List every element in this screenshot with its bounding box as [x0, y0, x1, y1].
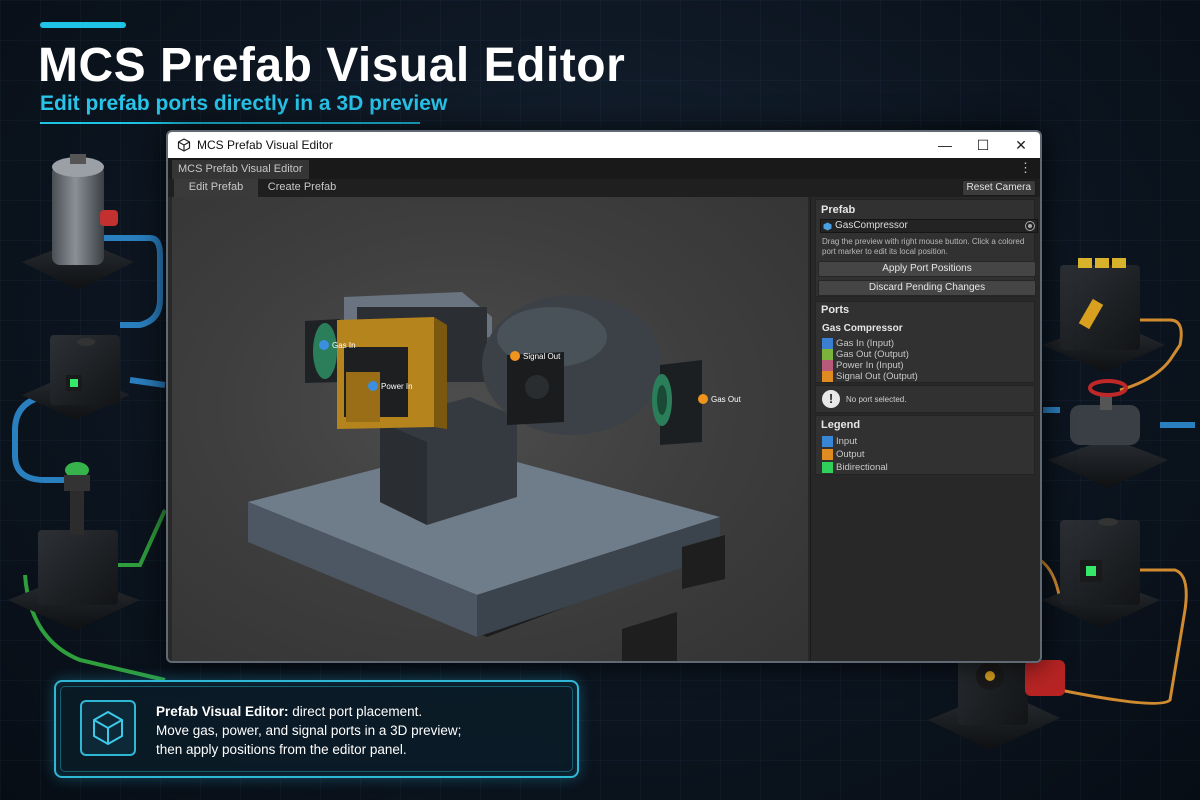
- selection-info-box: ! No port selected.: [815, 385, 1035, 413]
- legend-section-title: Legend: [821, 419, 861, 431]
- callout-line-3: then apply positions from the editor pan…: [156, 742, 407, 757]
- tab-create-prefab[interactable]: Create Prefab: [260, 179, 344, 197]
- callout-heading: Prefab Visual Editor:: [156, 704, 289, 719]
- cube-icon: [93, 710, 123, 746]
- port-label-gas-in: Gas In: [332, 341, 356, 350]
- port-marker-gas-out: [698, 394, 708, 404]
- window-tabstrip: MCS Prefab Visual Editor ⋮: [168, 158, 1040, 179]
- mode-toolbar: Edit Prefab Create Prefab Reset Camera: [168, 179, 1040, 197]
- tab-edit-prefab[interactable]: Edit Prefab: [174, 179, 258, 197]
- prefab-section: Prefab GasCompressor Drag the preview wi…: [815, 199, 1038, 297]
- window-title: MCS Prefab Visual Editor: [197, 138, 333, 152]
- compressor-model: Gas In Power In Signal Out Gas Out: [248, 292, 742, 661]
- legend-swatch: [822, 436, 833, 447]
- preview-viewport[interactable]: Gas In Power In Signal Out Gas Out: [172, 197, 808, 661]
- no-port-selected-text: No port selected.: [846, 395, 907, 404]
- object-picker-icon[interactable]: [1025, 221, 1035, 231]
- callout-text: Prefab Visual Editor: direct port placem…: [156, 702, 576, 759]
- legend-label: Input: [836, 436, 858, 447]
- subtitle-rule: [40, 122, 420, 124]
- kebab-menu-icon[interactable]: ⋮: [1019, 160, 1032, 176]
- apply-port-positions-button[interactable]: Apply Port Positions: [818, 261, 1036, 277]
- ports-section: Ports Gas Compressor Gas In (Input) Gas …: [815, 301, 1035, 383]
- minimize-icon[interactable]: —: [926, 137, 964, 153]
- ports-section-title: Ports: [821, 304, 850, 316]
- port-swatch: [822, 338, 833, 349]
- legend-label: Output: [836, 449, 865, 460]
- port-marker-power-in: [368, 381, 378, 391]
- feature-callout: Prefab Visual Editor: direct port placem…: [54, 680, 579, 778]
- prefab-section-title: Prefab: [821, 204, 856, 216]
- hero-subtitle: Edit prefab ports directly in a 3D previ…: [40, 92, 448, 115]
- legend-swatch: [822, 462, 833, 473]
- accent-bar: [40, 22, 126, 28]
- port-group-name: Gas Compressor: [822, 323, 903, 334]
- window-titlebar[interactable]: MCS Prefab Visual Editor — ☐ ✕: [168, 132, 1040, 158]
- prefab-object-field[interactable]: GasCompressor: [820, 219, 1038, 233]
- maximize-icon[interactable]: ☐: [964, 137, 1002, 154]
- joystick-box: [38, 530, 118, 605]
- prefab-object-value: GasCompressor: [835, 220, 908, 231]
- inspector-panel: Prefab GasCompressor Drag the preview wi…: [810, 197, 1038, 661]
- port-list-label: Power In (Input): [836, 360, 904, 371]
- callout-line-2: Move gas, power, and signal ports in a 3…: [156, 723, 462, 738]
- valve-wheel: [1088, 379, 1128, 397]
- reset-camera-button[interactable]: Reset Camera: [961, 180, 1036, 196]
- prefab-cube-icon: [823, 222, 832, 231]
- port-list-label: Signal Out (Output): [836, 371, 918, 382]
- port-swatch: [822, 360, 833, 371]
- editor-window: MCS Prefab Visual Editor — ☐ ✕ MCS Prefa…: [166, 130, 1042, 663]
- port-list-label: Gas Out (Output): [836, 349, 909, 360]
- close-icon[interactable]: ✕: [1002, 137, 1040, 154]
- callout-icon-box: [80, 700, 136, 756]
- port-marker-gas-in: [319, 340, 329, 350]
- port-list-label: Gas In (Input): [836, 338, 895, 349]
- port-swatch: [822, 371, 833, 382]
- port-marker-signal-out: [510, 351, 520, 361]
- valve-body: [1070, 405, 1140, 445]
- callout-heading-rest: direct port placement.: [288, 704, 423, 719]
- prefab-hint: Drag the preview with right mouse button…: [822, 237, 1025, 256]
- hero-title: MCS Prefab Visual Editor: [38, 39, 626, 92]
- info-icon: !: [822, 390, 840, 408]
- unity-logo-icon: [177, 138, 191, 152]
- legend-swatch: [822, 449, 833, 460]
- port-swatch: [822, 349, 833, 360]
- legend-label: Bidirectional: [836, 462, 888, 473]
- editor-window-tab[interactable]: MCS Prefab Visual Editor: [172, 160, 309, 179]
- gas-tank: [52, 165, 104, 265]
- discard-pending-changes-button[interactable]: Discard Pending Changes: [818, 280, 1036, 296]
- legend-section: Legend Input Output Bidirectional: [815, 415, 1035, 475]
- port-label-signal-out: Signal Out: [523, 352, 561, 361]
- port-label-power-in: Power In: [381, 382, 413, 391]
- port-label-gas-out: Gas Out: [711, 395, 742, 404]
